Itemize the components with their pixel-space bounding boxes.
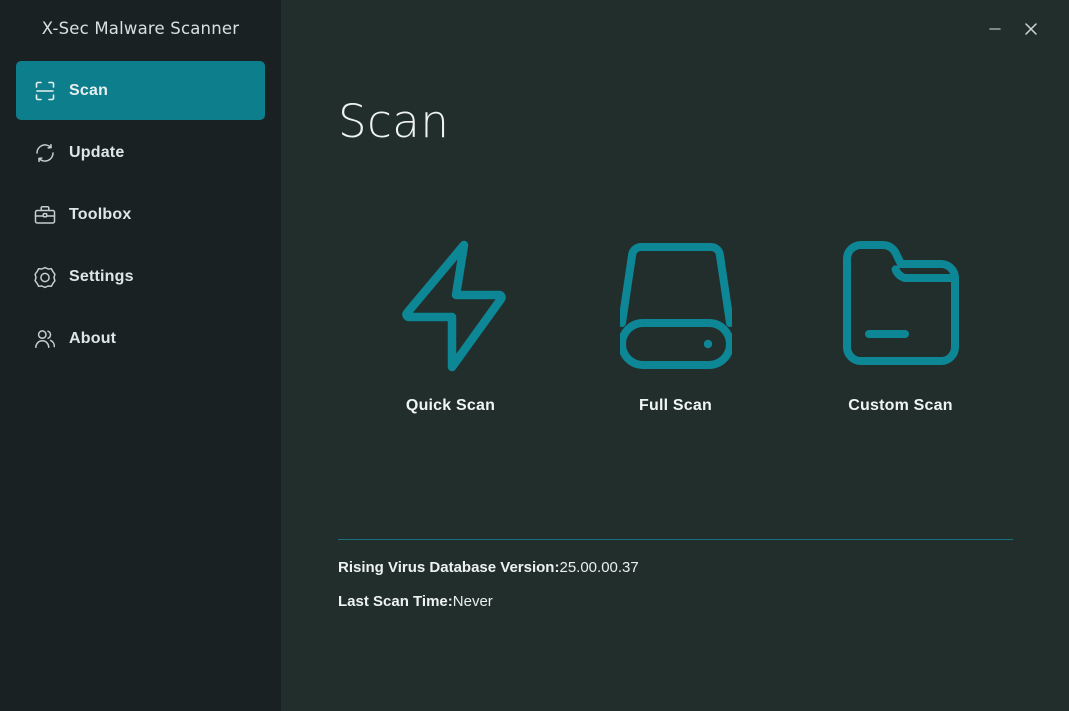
database-version-label: Rising Virus Database Version: xyxy=(338,559,560,576)
people-icon xyxy=(32,326,58,352)
status-info-block: Rising Virus Database Version:25.00.00.3… xyxy=(338,559,1013,627)
hard-drive-icon xyxy=(619,237,732,375)
window-controls xyxy=(977,0,1069,57)
sidebar-item-update[interactable]: Update xyxy=(16,123,265,182)
database-version-row: Rising Virus Database Version:25.00.00.3… xyxy=(338,559,1013,576)
full-scan-option[interactable]: Full Scan xyxy=(563,237,788,415)
scan-frame-icon xyxy=(32,78,58,104)
sidebar-item-scan[interactable]: Scan xyxy=(16,61,265,120)
section-divider xyxy=(338,539,1013,540)
close-icon xyxy=(1025,22,1037,35)
last-scan-time-label: Last Scan Time: xyxy=(338,593,453,610)
minimize-button[interactable] xyxy=(977,14,1013,44)
application-window: X-Sec Malware Scanner Scan Update Toolbo… xyxy=(0,0,1069,711)
sidebar-item-label: About xyxy=(69,329,117,347)
toolbox-icon xyxy=(32,202,58,228)
lightning-bolt-icon xyxy=(395,237,507,375)
scan-option-label: Custom Scan xyxy=(848,397,953,414)
scan-option-label: Quick Scan xyxy=(405,397,496,414)
sidebar-item-label: Toolbox xyxy=(69,205,132,223)
sidebar-item-settings[interactable]: Settings xyxy=(16,247,265,306)
gear-icon xyxy=(32,264,58,290)
scan-option-label: Full Scan xyxy=(639,397,712,414)
sidebar-item-about[interactable]: About xyxy=(16,309,265,368)
app-title: X-Sec Malware Scanner xyxy=(41,19,240,38)
folder-icon xyxy=(842,237,959,375)
sidebar-item-toolbox[interactable]: Toolbox xyxy=(16,185,265,244)
refresh-icon xyxy=(32,140,58,166)
quick-scan-option[interactable]: Quick Scan xyxy=(338,237,563,415)
sidebar-nav: Scan Update Toolbox Settings About xyxy=(0,61,281,371)
minimize-icon xyxy=(989,27,1001,30)
database-version-value: 25.00.00.37 xyxy=(559,559,639,576)
sidebar-item-label: Update xyxy=(69,143,125,161)
main-content: Scan Quick Scan Full Scan Custom Scan Ri… xyxy=(281,0,1069,711)
close-button[interactable] xyxy=(1013,14,1049,44)
page-title: Scan xyxy=(338,95,450,148)
sidebar: X-Sec Malware Scanner Scan Update Toolbo… xyxy=(0,0,281,711)
sidebar-item-label: Scan xyxy=(69,81,109,99)
custom-scan-option[interactable]: Custom Scan xyxy=(788,237,1013,415)
last-scan-time-value: Never xyxy=(452,593,493,610)
scan-options-row: Quick Scan Full Scan Custom Scan xyxy=(338,237,1013,415)
sidebar-item-label: Settings xyxy=(69,267,134,285)
last-scan-time-row: Last Scan Time:Never xyxy=(338,593,1013,610)
